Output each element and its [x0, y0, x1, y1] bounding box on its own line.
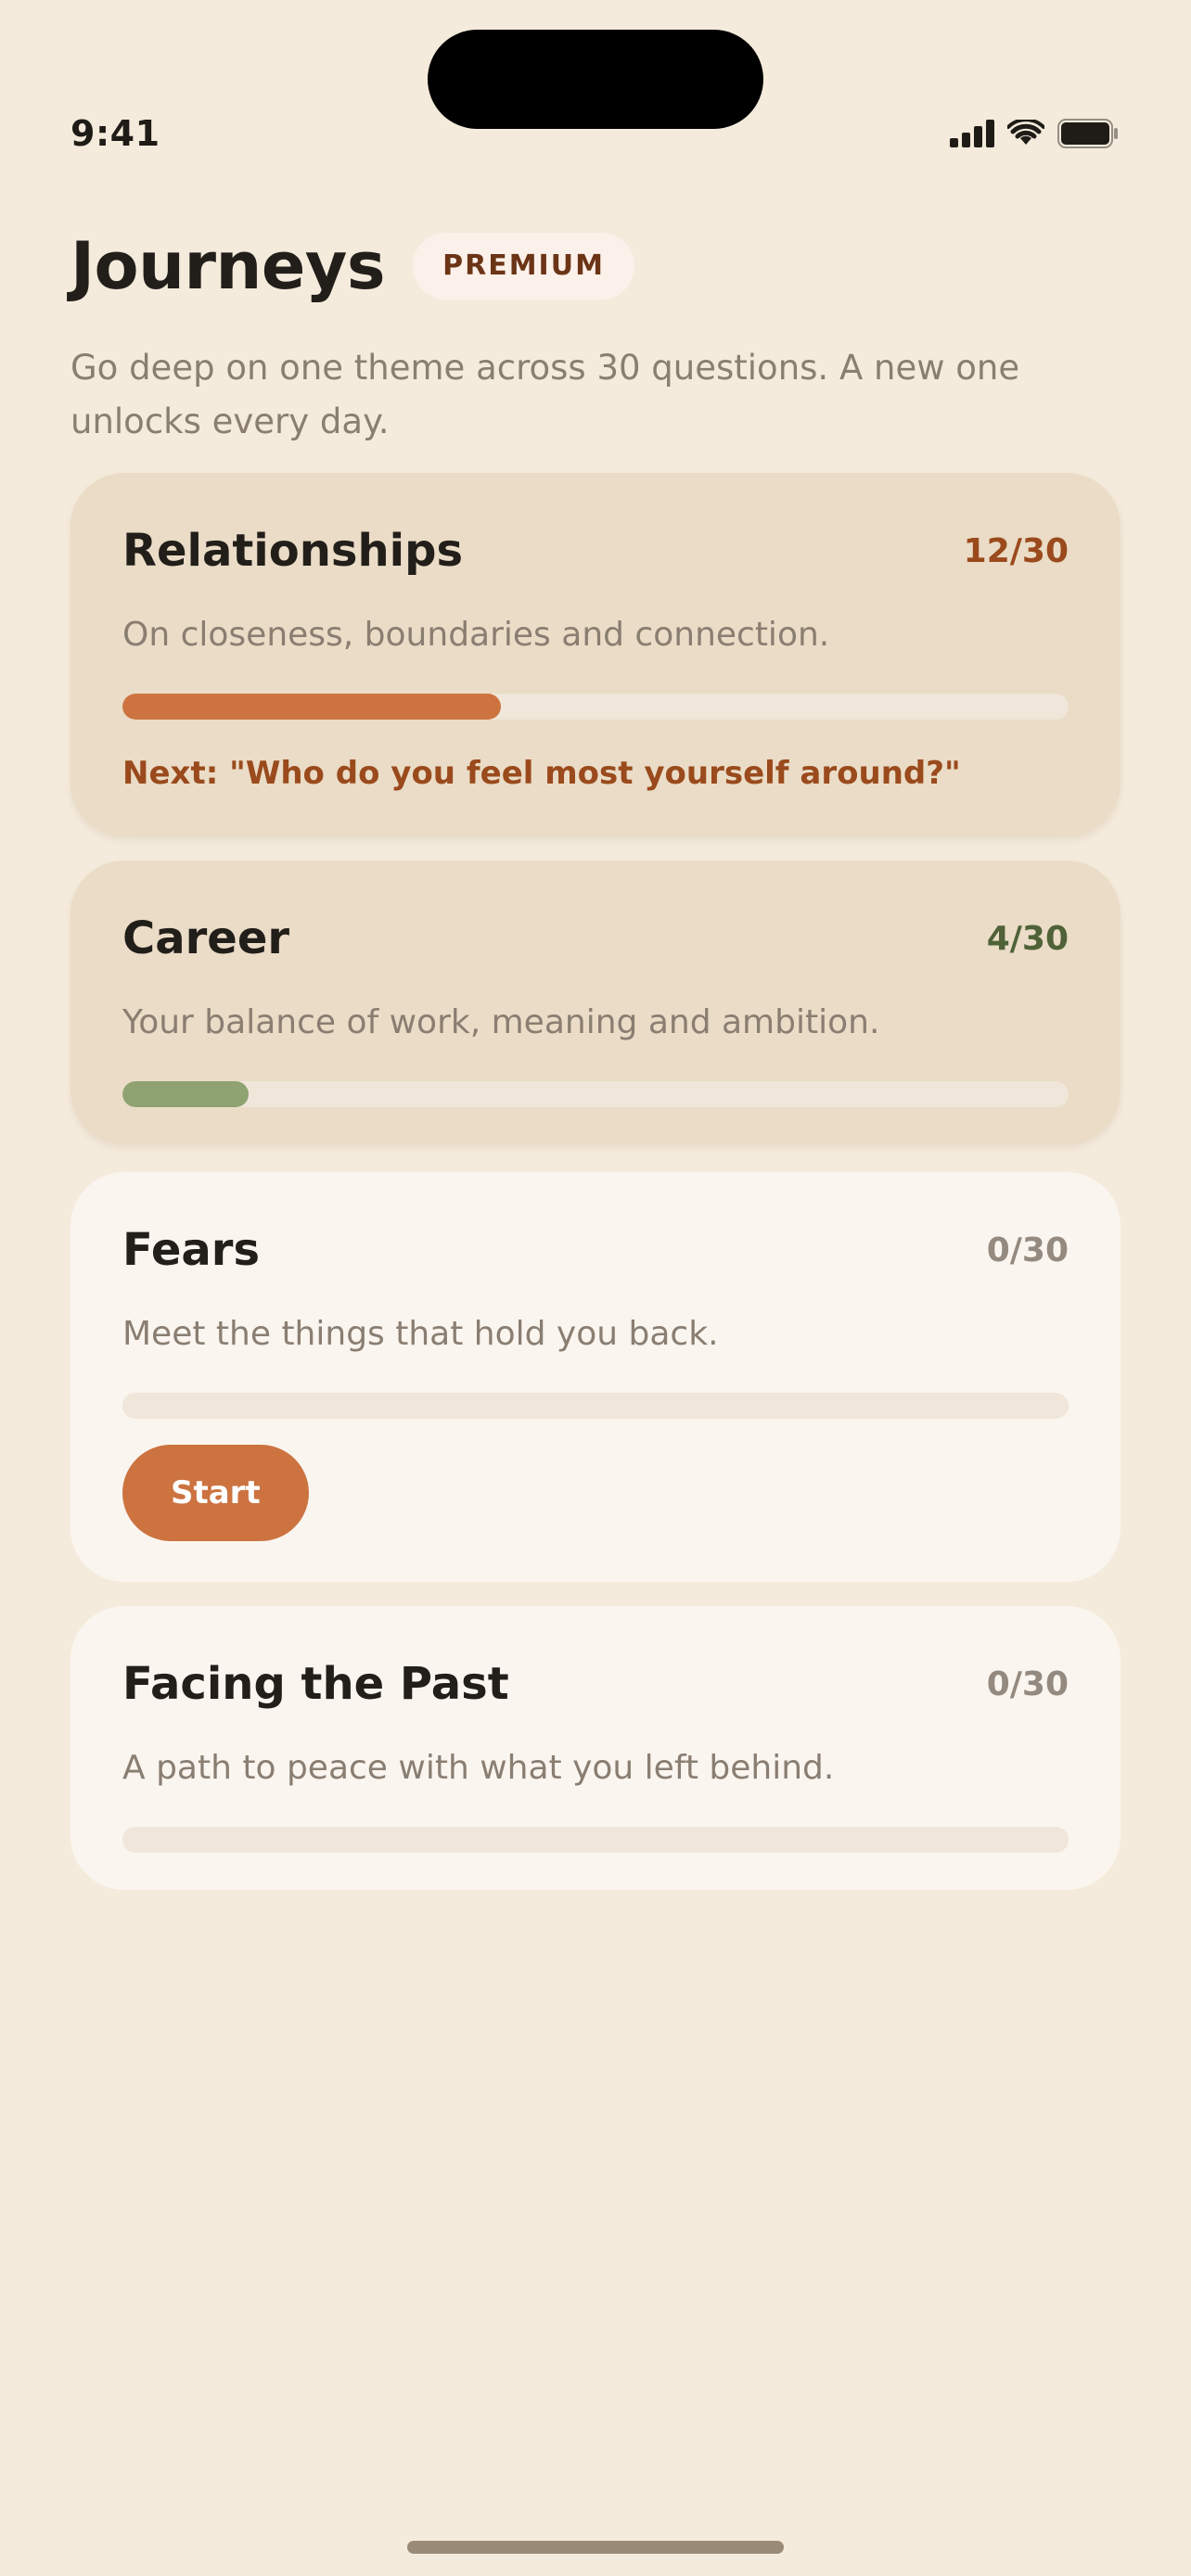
- journey-title: Fears: [122, 1224, 261, 1276]
- wifi-icon: [1007, 120, 1044, 145]
- home-indicator[interactable]: [407, 2541, 784, 2554]
- journey-progress-count: 0/30: [986, 1231, 1069, 1269]
- page-subtitle: Go deep on one theme across 30 questions…: [70, 348, 1020, 441]
- page-title: Journeys: [70, 228, 386, 304]
- journey-title: Relationships: [122, 525, 464, 577]
- page-header: Journeys PREMIUM: [70, 228, 634, 304]
- battery-icon: [1057, 119, 1118, 148]
- journey-progress-track: [122, 1081, 1069, 1107]
- journey-progress-count: 4/30: [986, 919, 1069, 958]
- journey-progress-count: 0/30: [986, 1664, 1069, 1703]
- journey-progress-track: [122, 694, 1069, 720]
- journey-progress-track: [122, 1827, 1069, 1853]
- journey-card-facing-the-past[interactable]: Facing the Past 0/30 A path to peace wit…: [70, 1606, 1121, 1890]
- status-time: 9:41: [70, 113, 160, 154]
- dynamic-island: [428, 30, 763, 129]
- journey-title: Career: [122, 912, 290, 964]
- journey-card-relationships[interactable]: Relationships 12/30 On closeness, bounda…: [70, 473, 1121, 836]
- next-question: Next: "Who do you feel most yourself aro…: [122, 755, 961, 792]
- journey-progress-count: 12/30: [963, 531, 1069, 570]
- journey-card-fears[interactable]: Fears 0/30 Meet the things that hold you…: [70, 1172, 1121, 1582]
- journey-card-career[interactable]: Career 4/30 Your balance of work, meanin…: [70, 861, 1121, 1144]
- journey-description: On closeness, boundaries and connection.: [122, 616, 830, 654]
- journey-description: Your balance of work, meaning and ambiti…: [122, 1003, 880, 1041]
- start-button[interactable]: Start: [122, 1445, 309, 1541]
- journey-title: Facing the Past: [122, 1658, 509, 1710]
- premium-badge: PREMIUM: [413, 233, 634, 300]
- journey-progress-track: [122, 1393, 1069, 1419]
- journey-progress-fill: [122, 1081, 249, 1107]
- cellular-signal-icon: [950, 120, 994, 147]
- journey-description: A path to peace with what you left behin…: [122, 1749, 835, 1787]
- journey-description: Meet the things that hold you back.: [122, 1315, 719, 1353]
- status-icons: [950, 119, 1119, 148]
- journey-progress-fill: [122, 694, 501, 720]
